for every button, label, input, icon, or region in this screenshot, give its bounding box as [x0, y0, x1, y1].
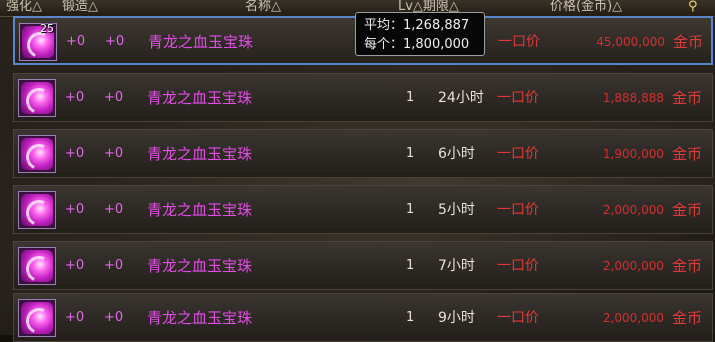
item-level: 1 [406, 310, 415, 325]
item-icon-slot[interactable]: 25 [19, 22, 57, 61]
item-name: 青龙之血玉宝珠 [147, 257, 253, 275]
price-value: 2,000,000 [602, 311, 664, 325]
buyout-label: 一口价 [497, 90, 539, 106]
buyout-label: 一口价 [498, 34, 540, 50]
forge-value: +0 [104, 310, 124, 325]
price-value: 2,000,000 [602, 203, 664, 217]
buyout-label: 一口价 [497, 146, 539, 162]
price-value: 1,900,000 [602, 147, 664, 161]
stack-count: 25 [40, 22, 54, 35]
remaining-time: 7小时 [438, 258, 475, 274]
forge-value: +0 [105, 34, 125, 49]
item-name: 青龙之血玉宝珠 [147, 201, 253, 219]
item-level: 1 [406, 90, 415, 105]
remaining-time: 6小时 [438, 146, 475, 162]
currency-unit: 金币 [672, 257, 703, 275]
sort-forge-header[interactable]: 锻造△ [62, 0, 98, 15]
purple-orb-icon [21, 194, 53, 226]
purple-orb-icon [21, 138, 53, 170]
remaining-time: 9小时 [438, 310, 475, 326]
price-value: 2,000,000 [602, 259, 664, 273]
enhance-value: +0 [65, 146, 85, 161]
auction-row[interactable]: +0 +0 青龙之血玉宝珠 1 5小时 一口价 2,000,000 金币 [13, 185, 713, 234]
price-value: 45,000,000 [596, 35, 665, 49]
sort-price-header[interactable]: 价格(金币)△ [550, 0, 622, 15]
forge-value: +0 [104, 146, 124, 161]
sort-name-header[interactable]: 名称△ [245, 0, 281, 15]
forge-value: +0 [104, 202, 124, 217]
item-name: 青龙之血玉宝珠 [147, 309, 253, 327]
item-icon-slot[interactable] [18, 299, 56, 337]
auction-row[interactable]: +0 +0 青龙之血玉宝珠 1 6小时 一口价 1,900,000 金币 [13, 129, 713, 178]
buyout-label: 一口价 [497, 202, 539, 218]
forge-value: +0 [104, 90, 124, 105]
purple-orb-icon [21, 82, 53, 114]
buyout-label: 一口价 [497, 310, 539, 326]
item-icon-slot[interactable] [18, 247, 56, 285]
item-level: 1 [406, 146, 415, 161]
item-name: 青龙之血玉宝珠 [147, 89, 253, 107]
currency-unit: 金币 [673, 33, 704, 51]
currency-unit: 金币 [672, 309, 703, 327]
item-icon-slot[interactable] [18, 191, 56, 229]
enhance-value: +0 [65, 90, 85, 105]
purple-orb-icon [21, 250, 53, 282]
remaining-time: 5小时 [438, 202, 475, 218]
item-name: 青龙之血玉宝珠 [147, 145, 253, 163]
currency-unit: 金币 [672, 89, 703, 107]
item-icon-slot[interactable] [18, 135, 56, 173]
item-name: 青龙之血玉宝珠 [148, 33, 254, 51]
enhance-value: +0 [65, 310, 85, 325]
enhance-value: +0 [66, 34, 86, 49]
currency-unit: 金币 [672, 145, 703, 163]
buyout-label: 一口价 [497, 258, 539, 274]
item-icon-slot[interactable] [18, 79, 56, 117]
forge-value: +0 [104, 258, 124, 273]
currency-unit: 金币 [672, 201, 703, 219]
price-value: 1,888,888 [602, 91, 664, 105]
price-tooltip: 平均：1,268,887 每个：1,800,000 [355, 12, 485, 56]
remaining-time: 24小时 [438, 90, 484, 106]
enhance-value: +0 [65, 202, 85, 217]
auction-row[interactable]: +0 +0 青龙之血玉宝珠 1 24小时 一口价 1,888,888 金币 [13, 73, 713, 122]
tooltip-average: 平均：1,268,887 [364, 18, 470, 33]
auction-row[interactable]: +0 +0 青龙之血玉宝珠 1 7小时 一口价 2,000,000 金币 [13, 241, 713, 290]
pin-icon[interactable]: ⚲ [688, 0, 698, 15]
enhance-value: +0 [65, 258, 85, 273]
sort-enhance-header[interactable]: 强化△ [6, 0, 42, 15]
item-level: 1 [406, 258, 415, 273]
tooltip-each: 每个：1,800,000 [364, 37, 470, 52]
item-level: 1 [406, 202, 415, 217]
purple-orb-icon [21, 302, 53, 334]
